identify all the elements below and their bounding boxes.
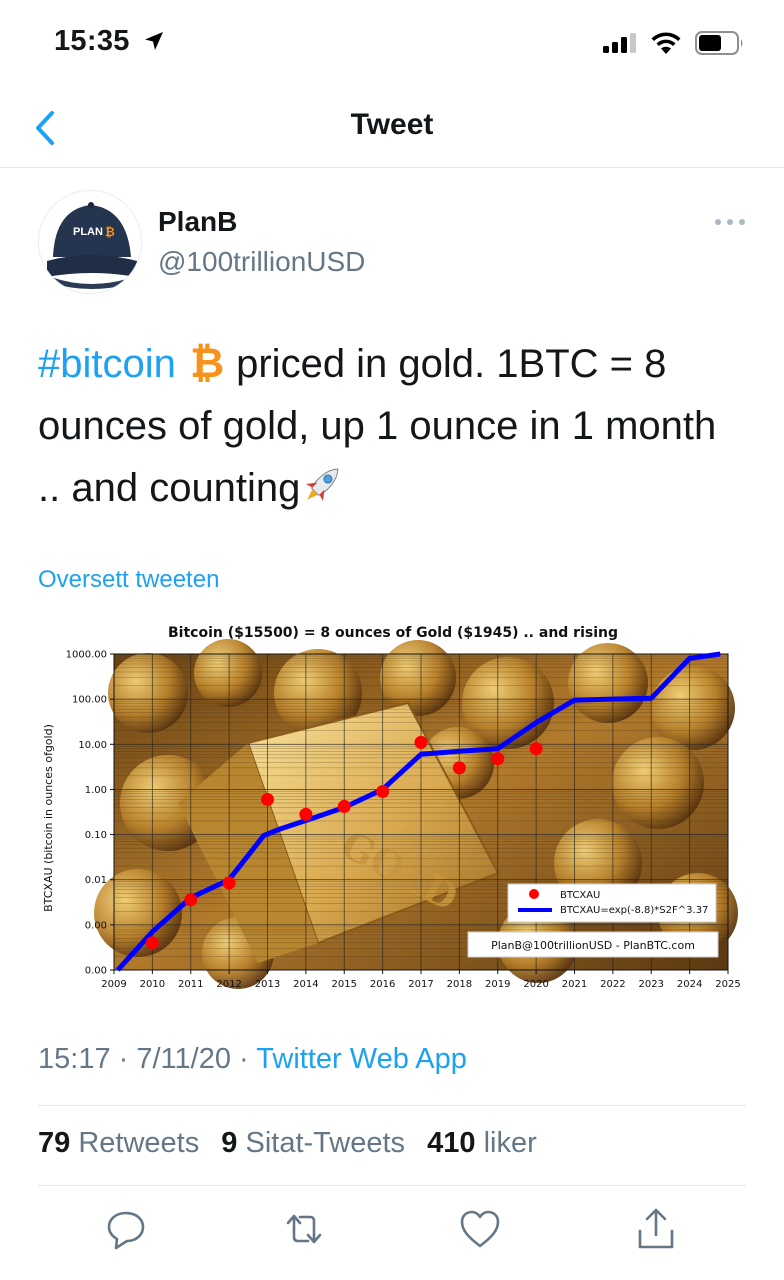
- data-point: [376, 784, 390, 798]
- battery-icon: [695, 31, 743, 55]
- chart-annotation: PlanB@100trillionUSD - PlanBTC.com: [467, 931, 719, 958]
- quote-tweets-stat[interactable]: 9 Sitat-Tweets: [221, 1127, 405, 1159]
- tweet-author: PLAN ₿ PlanB @100trillionUSD: [38, 190, 748, 300]
- retweets-count: 79: [38, 1127, 71, 1159]
- meta-separator: ·: [239, 1043, 249, 1075]
- y-tick-label: 0.00: [85, 920, 107, 931]
- meta-separator: ·: [118, 1043, 129, 1075]
- x-tick-label: 2018: [447, 979, 472, 990]
- quotes-label: Sitat-Tweets: [245, 1127, 406, 1159]
- cap-avatar-image: PLAN ₿: [39, 191, 141, 293]
- data-point: [261, 792, 274, 806]
- legend-label-points: BTCXAU: [560, 890, 600, 901]
- likes-count: 410: [427, 1127, 476, 1159]
- x-tick-label: 2020: [523, 979, 548, 990]
- x-tick-label: 2025: [715, 979, 740, 990]
- x-tick-label: 2016: [370, 979, 395, 990]
- avatar-text: PLAN: [73, 226, 103, 238]
- like-icon[interactable]: [456, 1205, 504, 1253]
- x-tick-label: 2014: [293, 979, 318, 990]
- x-tick-label: 2009: [101, 979, 126, 990]
- tweet-meta: 15:17 · 7/11/20 · Twitter Web App: [38, 1043, 467, 1076]
- data-point: [491, 752, 505, 766]
- reply-icon[interactable]: [102, 1205, 150, 1253]
- data-point: [452, 761, 466, 775]
- y-tick-label: 0.01: [85, 875, 107, 886]
- chart-annotation-text: PlanB@100trillionUSD - PlanBTC.com: [491, 939, 695, 952]
- tweet-time: 15:17: [38, 1043, 111, 1075]
- data-point: [222, 876, 236, 890]
- x-tick-label: 2011: [178, 979, 203, 990]
- retweet-icon[interactable]: [280, 1205, 328, 1253]
- x-tick-label: 2024: [677, 979, 702, 990]
- chart-svg: Bitcoin ($15500) = 8 ounces of Gold ($19…: [38, 613, 748, 1000]
- x-tick-label: 2010: [140, 979, 165, 990]
- status-bar: 15:35: [0, 0, 784, 88]
- page-title: Tweet: [350, 108, 434, 141]
- x-tick-label: 2015: [332, 979, 357, 990]
- location-arrow-icon: [145, 32, 163, 50]
- svg-text:₿: ₿: [190, 339, 224, 383]
- x-tick-label: 2013: [255, 979, 280, 990]
- data-point: [299, 807, 313, 821]
- author-name[interactable]: PlanB: [158, 206, 237, 238]
- divider: [38, 1185, 746, 1186]
- x-tick-label: 2017: [408, 979, 433, 990]
- data-point: [145, 936, 159, 950]
- x-tick-label: 2023: [639, 979, 664, 990]
- tweet-actions: [0, 1205, 784, 1255]
- divider: [38, 1105, 746, 1106]
- x-tick-label: 2012: [216, 979, 241, 990]
- bitcoin-icon: ₿: [190, 339, 224, 383]
- chart-title: Bitcoin ($15500) = 8 ounces of Gold ($19…: [168, 625, 618, 641]
- rocket-icon: [306, 468, 339, 501]
- wifi-icon: [651, 32, 681, 54]
- retweets-stat[interactable]: 79 Retweets: [38, 1127, 199, 1159]
- y-tick-label: 0.10: [85, 830, 107, 841]
- more-icon[interactable]: [710, 210, 750, 234]
- data-point: [529, 742, 543, 756]
- tweet-date: 7/11/20: [136, 1043, 231, 1075]
- author-handle[interactable]: @100trillionUSD: [158, 246, 365, 278]
- y-tick-label: 100.00: [72, 695, 107, 706]
- quotes-count: 9: [221, 1127, 238, 1159]
- data-point: [414, 735, 428, 749]
- svg-text:₿: ₿: [105, 225, 115, 239]
- navigation-bar: Tweet: [0, 88, 784, 168]
- x-tick-label: 2019: [485, 979, 510, 990]
- hashtag-link[interactable]: #bitcoin: [38, 342, 176, 386]
- y-tick-label: 0.00: [85, 966, 107, 977]
- y-tick-label: 1.00: [85, 785, 107, 796]
- translate-tweet-link[interactable]: Oversett tweeten: [38, 566, 219, 594]
- chart-ylabel: BTCXAU (bitcoin in ounces ofgold): [42, 724, 55, 912]
- tweet-text: #bitcoin ₿ priced in gold. 1BTC = 8 ounc…: [38, 333, 748, 519]
- retweets-label: Retweets: [78, 1127, 200, 1159]
- legend-label-line: BTCXAU=exp(-8.8)*S2F^3.37: [560, 905, 708, 916]
- likes-stat[interactable]: 410 liker: [427, 1127, 537, 1159]
- x-tick-label: 2021: [562, 979, 587, 990]
- tweet-source-link[interactable]: Twitter Web App: [256, 1043, 467, 1075]
- tweet-media-chart[interactable]: Bitcoin ($15500) = 8 ounces of Gold ($19…: [38, 613, 748, 1000]
- data-point: [337, 799, 351, 813]
- avatar[interactable]: PLAN ₿: [38, 190, 142, 294]
- tweet-stats: 79 Retweets 9 Sitat-Tweets 410 liker: [38, 1127, 551, 1160]
- chart-legend: BTCXAU BTCXAU=exp(-8.8)*S2F^3.37: [507, 883, 717, 923]
- y-tick-label: 1000.00: [66, 650, 107, 661]
- legend-marker-points: [529, 889, 539, 899]
- cellular-signal-icon: [603, 33, 636, 53]
- status-time: 15:35: [54, 25, 130, 57]
- x-tick-label: 2022: [600, 979, 625, 990]
- y-tick-label: 10.00: [78, 740, 107, 751]
- data-point: [184, 893, 198, 907]
- share-icon[interactable]: [632, 1205, 680, 1253]
- likes-label: liker: [483, 1127, 537, 1159]
